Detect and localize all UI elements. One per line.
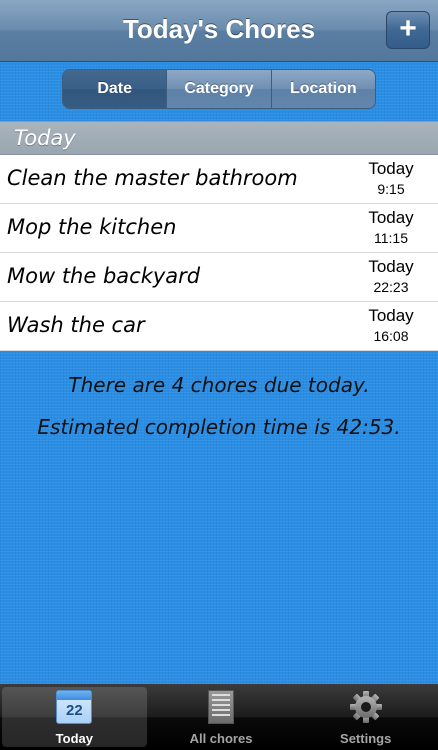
add-chore-button[interactable]: + [386, 11, 430, 49]
tab-label: Today [55, 731, 93, 746]
chore-due-day: Today [368, 257, 414, 276]
section-title: Today [14, 126, 76, 150]
chore-list: Clean the master bathroom Today 9:15 Mop… [0, 155, 438, 351]
chore-due-time: 9:15 [377, 181, 405, 197]
calendar-icon: 22 [56, 690, 93, 724]
chore-due-day: Today [368, 159, 414, 178]
segment-category[interactable]: Category [166, 70, 271, 108]
chore-row[interactable]: Wash the car Today 16:08 [0, 302, 438, 351]
tab-label: All chores [189, 731, 253, 746]
page-title: Today's Chores [122, 14, 316, 44]
chore-title: Mow the backyard [7, 264, 201, 288]
segment-date[interactable]: Date [63, 70, 167, 108]
segment-location[interactable]: Location [270, 70, 375, 108]
chore-due-time: 22:23 [373, 279, 409, 295]
tab-label: Settings [340, 731, 392, 746]
chore-due-time: 11:15 [374, 230, 408, 246]
list-icon [208, 690, 234, 724]
chores-due-summary: There are 4 chores due today. [68, 373, 370, 397]
tab-today[interactable]: 22 Today [2, 687, 147, 747]
chore-title: Mop the kitchen [7, 215, 177, 239]
tab-settings[interactable]: Settings [293, 684, 438, 750]
navigation-bar: Today's Chores + [0, 0, 438, 62]
tab-bar: 22 Today All chores Settings [0, 684, 438, 750]
chore-row[interactable]: Mop the kitchen Today 11:15 [0, 204, 438, 253]
chore-row[interactable]: Clean the master bathroom Today 9:15 [0, 155, 438, 204]
section-header: Today [0, 121, 438, 155]
chore-row[interactable]: Mow the backyard Today 22:23 [0, 253, 438, 302]
chore-due-day: Today [368, 306, 414, 325]
chore-due-time: 16:08 [373, 328, 409, 344]
chore-title: Clean the master bathroom [7, 166, 298, 190]
sort-segmented-control: Date Category Location [62, 69, 376, 109]
calendar-day-number: 22 [65, 702, 83, 719]
gear-icon [349, 690, 383, 724]
chore-due-day: Today [368, 208, 414, 227]
chore-title: Wash the car [7, 313, 145, 337]
completion-time-summary: Estimated completion time is 42:53. [37, 415, 401, 439]
tab-all-chores[interactable]: All chores [149, 684, 294, 750]
